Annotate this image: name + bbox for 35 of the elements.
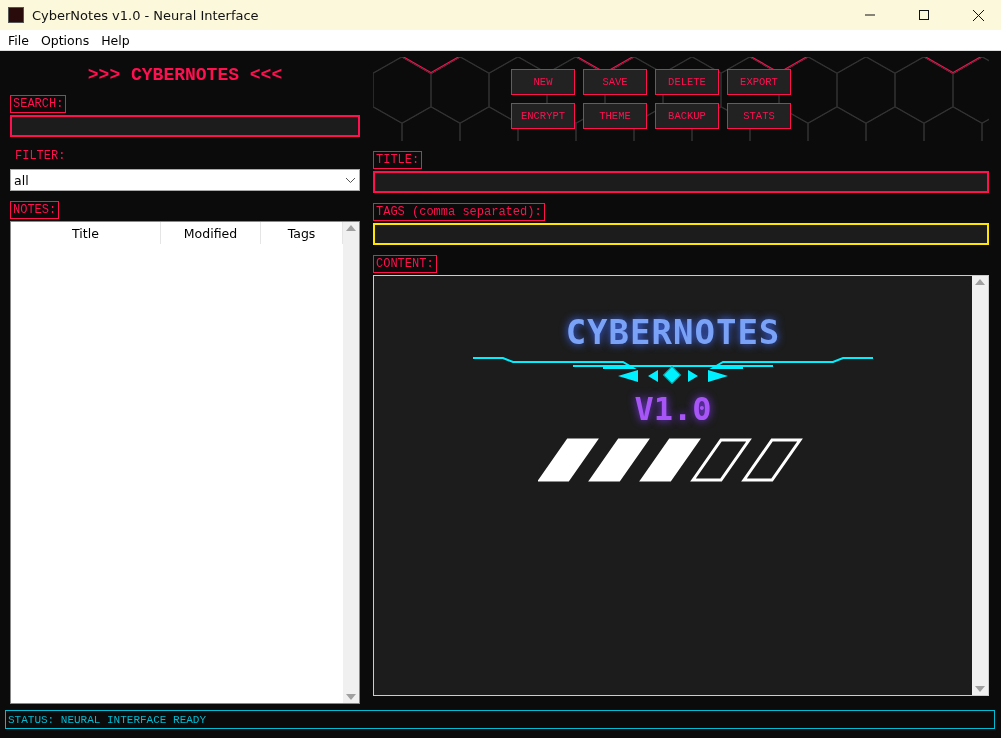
- tags-label: TAGS (comma separated):: [373, 203, 545, 221]
- chevron-down-icon: [346, 177, 355, 183]
- toolbar-button[interactable]: SAVE: [583, 69, 647, 95]
- toolbar-button[interactable]: THEME: [583, 103, 647, 129]
- app-heading: >>> CYBERNOTES <<<: [86, 64, 284, 87]
- title-field[interactable]: [373, 171, 989, 193]
- menu-item[interactable]: File: [2, 32, 35, 48]
- toolbar-button[interactable]: NEW: [511, 69, 575, 95]
- filter-dropdown[interactable]: all: [10, 169, 360, 191]
- toolbar-button[interactable]: ENCRYPT: [511, 103, 575, 129]
- toolbar-button[interactable]: DELETE: [655, 69, 719, 95]
- splash-version: V1.0: [634, 390, 712, 428]
- app-icon: [8, 7, 24, 23]
- scrollbar[interactable]: [972, 276, 988, 695]
- splash-logo: CYBERNOTES: [565, 312, 781, 352]
- scrollbar[interactable]: [343, 222, 359, 703]
- menu-item[interactable]: Help: [95, 32, 136, 48]
- search-field[interactable]: [10, 115, 360, 137]
- window-title: CyberNotes v1.0 - Neural Interface: [32, 7, 260, 23]
- filter-label: FILTER:: [14, 148, 67, 165]
- search-label: SEARCH:: [10, 95, 67, 113]
- content-area[interactable]: CYBERNOTES V1.0: [373, 275, 989, 696]
- toolbar-button[interactable]: EXPORT: [727, 69, 791, 95]
- status-bar: STATUS: NEURAL INTERFACE READY: [5, 710, 995, 729]
- close-icon: [972, 9, 984, 21]
- toolbar-button[interactable]: BACKUP: [655, 103, 719, 129]
- column-header[interactable]: Title: [11, 222, 161, 244]
- menu-item[interactable]: Options: [34, 32, 96, 48]
- column-header[interactable]: Modified: [161, 222, 261, 244]
- notes-label: NOTES:: [10, 201, 60, 219]
- content-label: CONTENT:: [373, 255, 437, 273]
- tags-field[interactable]: [373, 223, 989, 245]
- title-label: TITLE:: [373, 151, 423, 169]
- toolbar-button[interactable]: STATS: [727, 103, 791, 129]
- maximize-icon: [919, 10, 929, 20]
